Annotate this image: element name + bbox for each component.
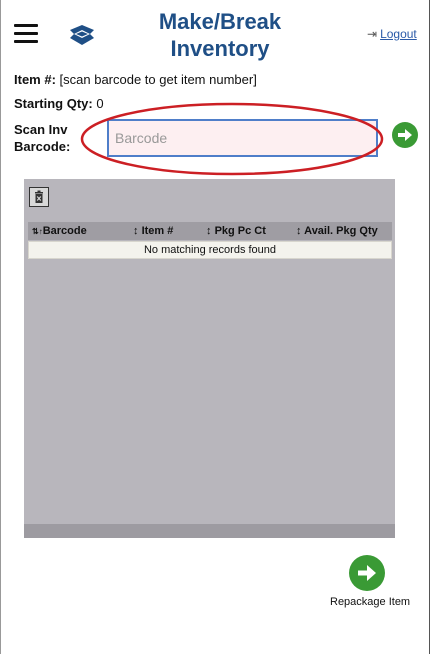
- table-header: ⇅↑Barcode ↕ Item # ↕ Pkg Pc Ct ↕ Avail. …: [28, 222, 392, 240]
- logout-link[interactable]: ⇥ Logout: [367, 27, 417, 41]
- col-avail-pkg-qty[interactable]: ↕ Avail. Pkg Qty: [296, 225, 378, 237]
- scan-barcode-label: Scan Inv Barcode:: [14, 122, 71, 154]
- barcode-input[interactable]: [107, 119, 378, 157]
- clear-button[interactable]: [29, 187, 49, 207]
- starting-qty-row: Starting Qty: 0: [14, 96, 104, 111]
- menu-icon[interactable]: [14, 24, 38, 43]
- repackage-button[interactable]: [349, 555, 385, 591]
- sort-icon: ↕: [133, 225, 139, 237]
- header: Make/Break Inventory ⇥ Logout: [0, 0, 430, 66]
- trash-icon: [35, 190, 43, 203]
- page-title: Make/Break Inventory: [158, 9, 282, 61]
- logout-label: Logout: [380, 27, 417, 41]
- col-pkg-pc-ct[interactable]: ↕ Pkg Pc Ct: [206, 225, 266, 237]
- col-barcode[interactable]: ⇅↑Barcode: [32, 225, 87, 237]
- sort-icon: ↕: [206, 225, 212, 237]
- arrow-right-icon: [398, 129, 412, 141]
- logout-icon: ⇥: [367, 27, 378, 41]
- item-number-label: Item #:: [14, 72, 56, 87]
- item-number-value: [scan barcode to get item number]: [59, 72, 257, 87]
- item-number-row: Item #: [scan barcode to get item number…: [14, 72, 257, 87]
- empty-table-row: No matching records found: [28, 241, 392, 259]
- arrow-right-icon: [358, 565, 376, 581]
- col-avail-pkg-qty-label: Avail. Pkg Qty: [304, 225, 378, 237]
- sort-icon: ↕: [296, 225, 302, 237]
- repackage-label: Repackage Item: [330, 596, 411, 608]
- go-button[interactable]: [392, 122, 418, 148]
- col-item-number-label: Item #: [141, 225, 174, 237]
- col-item-number[interactable]: ↕ Item #: [133, 225, 173, 237]
- starting-qty-value: 0: [96, 96, 104, 111]
- col-barcode-label: Barcode: [42, 225, 87, 237]
- col-pkg-pc-ct-label: Pkg Pc Ct: [214, 225, 266, 237]
- box-icon: [70, 25, 94, 45]
- panel-footer: [24, 524, 395, 538]
- sort-asc-icon: ⇅↑: [32, 227, 43, 236]
- starting-qty-label: Starting Qty:: [14, 96, 93, 111]
